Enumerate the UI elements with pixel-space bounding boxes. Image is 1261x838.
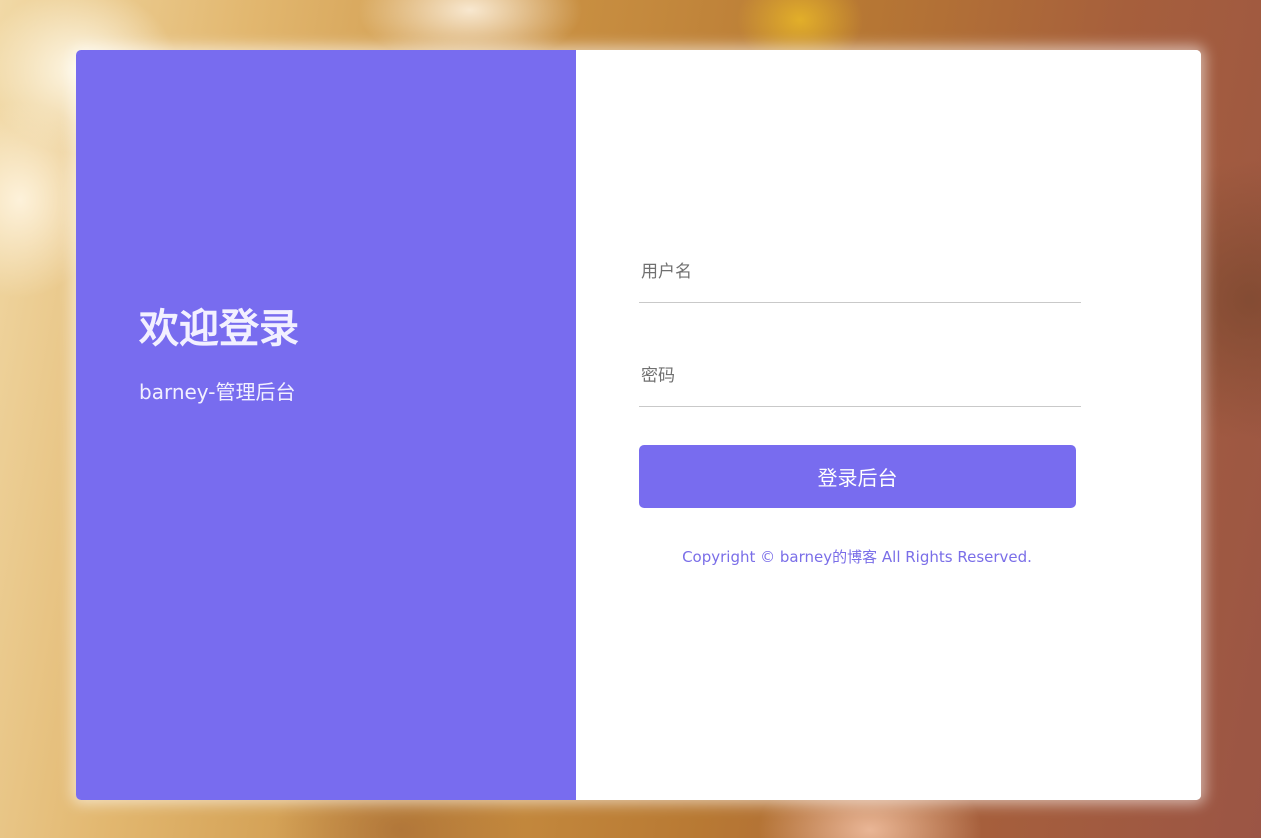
login-button[interactable]: 登录后台 bbox=[639, 445, 1076, 508]
site-subtitle: barney-管理后台 bbox=[139, 380, 296, 404]
password-input[interactable] bbox=[639, 356, 1081, 396]
welcome-title: 欢迎登录 bbox=[139, 306, 299, 352]
login-card: 欢迎登录 barney-管理后台 登录后台 Copyright © barney… bbox=[76, 50, 1201, 800]
username-input[interactable] bbox=[639, 252, 1081, 292]
password-field bbox=[639, 356, 1081, 407]
username-field bbox=[639, 252, 1081, 303]
copyright-text: Copyright © barney的博客 All Rights Reserve… bbox=[682, 548, 1032, 566]
welcome-panel: 欢迎登录 barney-管理后台 bbox=[76, 50, 576, 800]
login-form-panel: 登录后台 Copyright © barney的博客 All Rights Re… bbox=[576, 50, 1201, 800]
